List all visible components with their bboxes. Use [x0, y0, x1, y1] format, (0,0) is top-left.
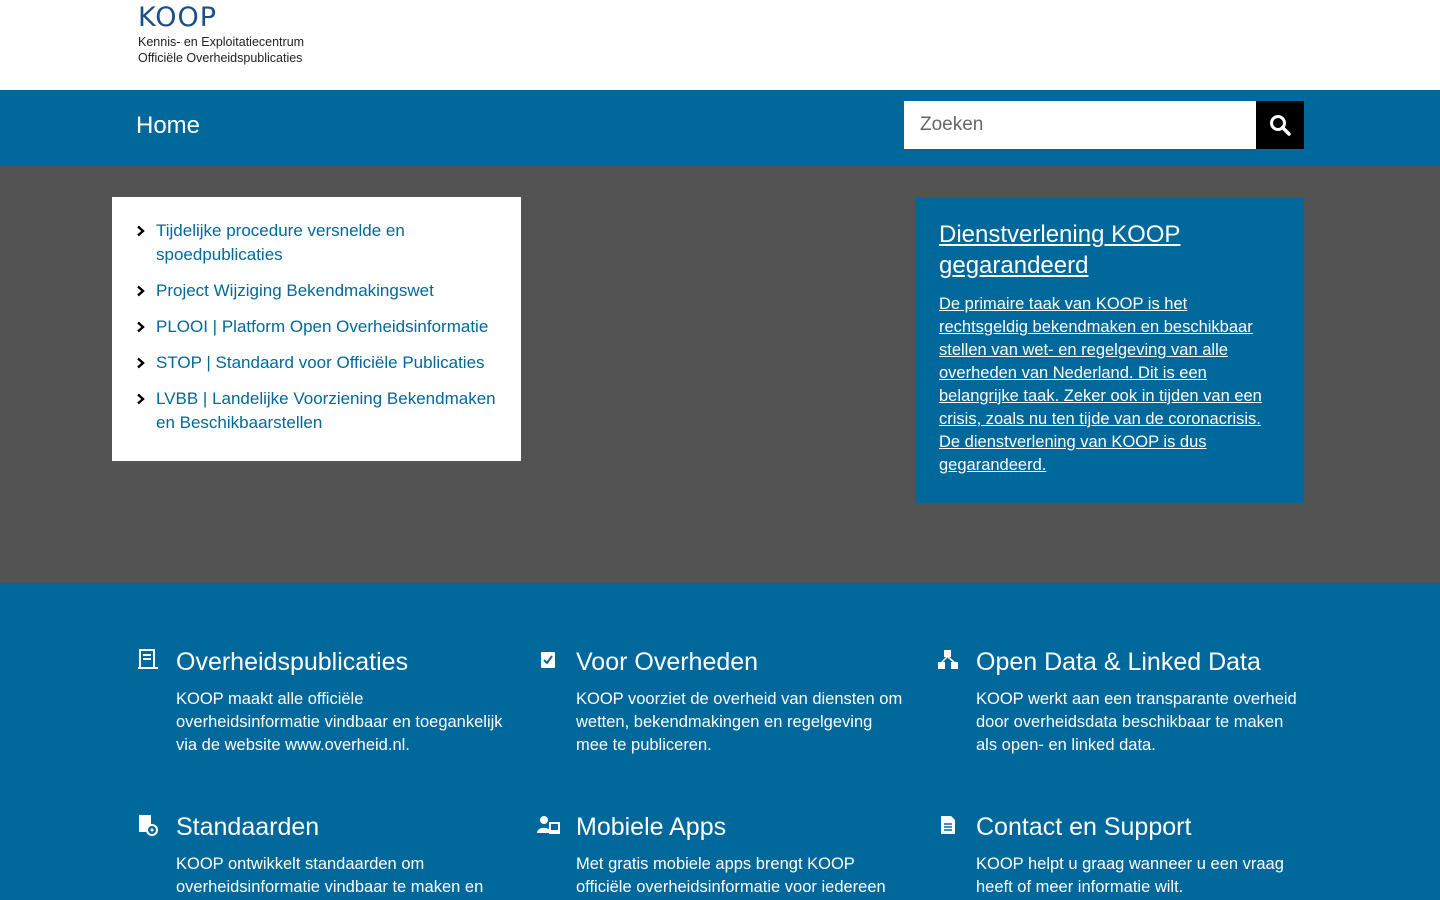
quick-link-label[interactable]: Tijdelijke procedure versnelde en spoedp…	[156, 221, 405, 264]
standard-document-icon	[139, 815, 158, 836]
promo-text-link[interactable]: De primaire taak van KOOP is het rechtsg…	[939, 293, 1280, 477]
chevron-right-icon	[136, 387, 148, 411]
quick-link-label[interactable]: STOP | Standaard voor Officiële Publicat…	[156, 353, 485, 372]
search-button[interactable]	[1256, 101, 1304, 149]
quick-link-label[interactable]: LVBB | Landelijke Voorziening Bekendmake…	[156, 389, 496, 432]
feature-title[interactable]: Mobiele Apps	[576, 811, 726, 843]
linked-data-icon	[938, 650, 958, 669]
checklist-icon	[541, 652, 555, 668]
logo-subtitle-line1: Kennis- en Exploitatiecentrum	[138, 35, 305, 49]
feature-title[interactable]: Voor Overheden	[576, 646, 758, 678]
quick-link-label[interactable]: Project Wijziging Bekendmakingswet	[156, 281, 434, 300]
feature-text: Met gratis mobiele apps brengt KOOP offi…	[576, 855, 886, 896]
quick-link-item[interactable]: Project Wijziging Bekendmakingswet	[136, 279, 501, 303]
chevron-right-icon	[136, 219, 148, 243]
document-icon	[138, 649, 158, 669]
feature-text: KOOP werkt aan een transparante overheid…	[976, 690, 1297, 754]
feature-title[interactable]: Overheidspublicaties	[176, 646, 408, 678]
nav-home-link[interactable]: Home	[136, 112, 200, 140]
support-document-icon	[941, 816, 955, 834]
quick-link-item[interactable]: STOP | Standaard voor Officiële Publicat…	[136, 351, 501, 375]
feature-title[interactable]: Contact en Support	[976, 811, 1191, 843]
feature-text: KOOP maakt alle officiële overheidsinfor…	[176, 690, 503, 754]
quick-link-label[interactable]: PLOOI | Platform Open Overheidsinformati…	[156, 317, 488, 336]
koop-logo[interactable]: KOOP Kennis- en Exploitatiecentrum Offic…	[138, 2, 304, 66]
feature-title[interactable]: Standaarden	[176, 811, 319, 843]
feature-title[interactable]: Open Data & Linked Data	[976, 646, 1261, 678]
search-input[interactable]	[904, 101, 1256, 149]
site-header: KOOP Kennis- en Exploitatiecentrum Offic…	[0, 0, 1440, 90]
feature-text: KOOP ontwikkelt standaarden om overheids…	[176, 855, 484, 896]
chevron-right-icon	[136, 279, 148, 303]
chevron-right-icon	[136, 351, 148, 375]
features-section: Overheidspublicaties KOOP maakt alle off…	[0, 583, 1440, 900]
main-navbar: Home	[0, 90, 1440, 165]
logo-subtitle-line2: Officiële Overheidspublicaties	[138, 51, 303, 65]
feature-text: KOOP helpt u graag wanneer u een vraag h…	[976, 855, 1284, 896]
quick-link-item[interactable]: Tijdelijke procedure versnelde en spoedp…	[136, 219, 501, 267]
chevron-right-icon	[136, 315, 148, 339]
quick-link-item[interactable]: PLOOI | Platform Open Overheidsinformati…	[136, 315, 501, 339]
search-icon	[1270, 115, 1291, 136]
quick-link-item[interactable]: LVBB | Landelijke Voorziening Bekendmake…	[136, 387, 501, 435]
logo-wordmark: KOOP	[138, 2, 218, 33]
quick-links-box: Tijdelijke procedure versnelde en spoedp…	[112, 197, 521, 461]
feature-text: KOOP voorziet de overheid van diensten o…	[576, 690, 903, 754]
promo-box: Dienstverlening KOOP gegarandeerd De pri…	[915, 197, 1304, 503]
promo-title-link[interactable]: Dienstverlening KOOP gegarandeerd	[939, 219, 1280, 281]
hero-section: Tijdelijke procedure versnelde en spoedp…	[0, 165, 1440, 583]
mobile-apps-icon	[537, 816, 560, 834]
